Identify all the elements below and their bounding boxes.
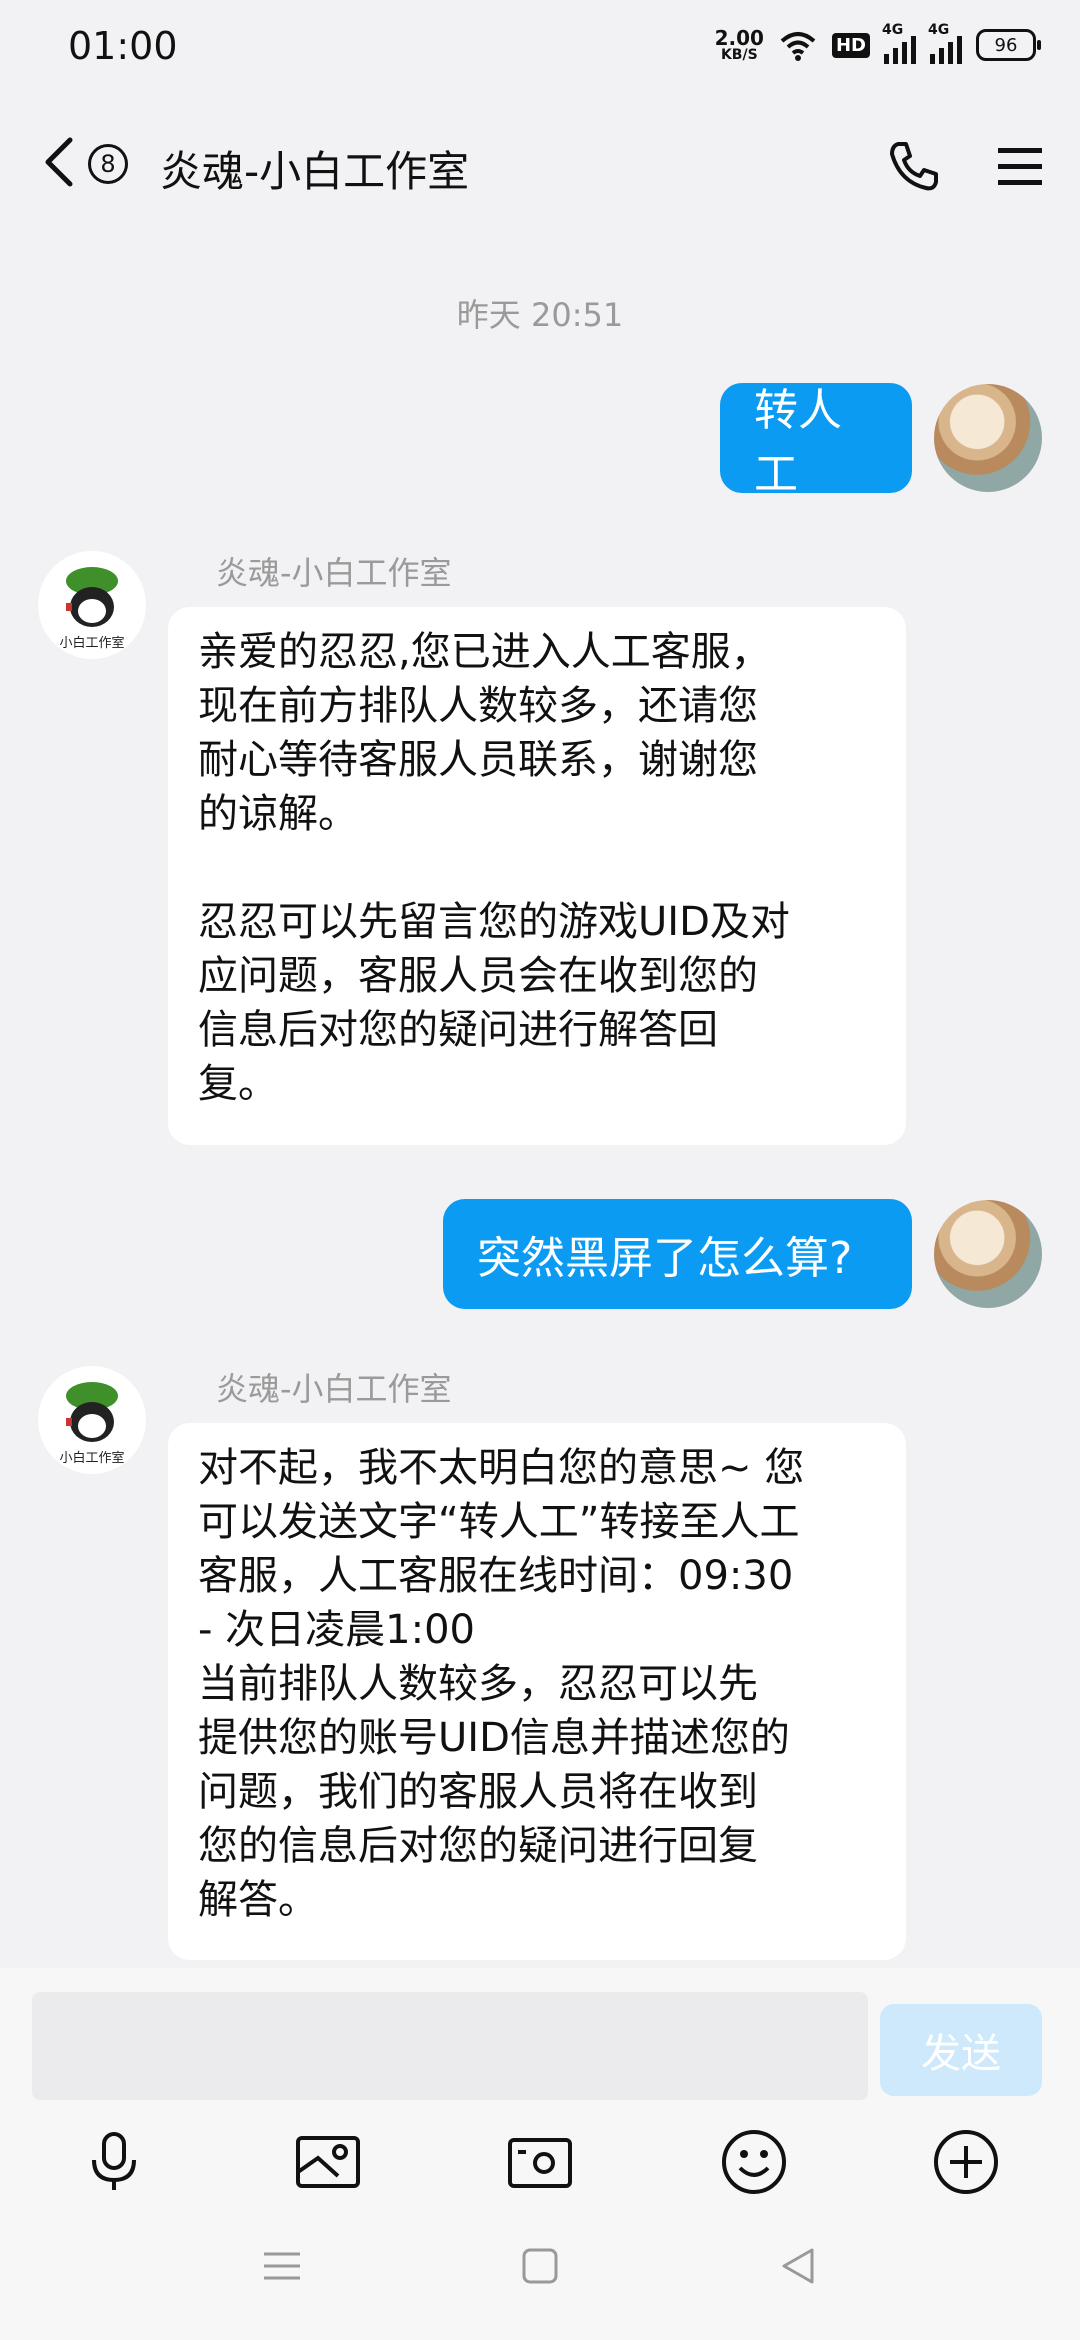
studio-logo-icon: 小白工作室 xyxy=(59,1382,125,1466)
sim2-label: 4G xyxy=(928,22,950,38)
message-bubble-out[interactable]: 转人工 xyxy=(720,383,912,500)
camera-icon[interactable] xyxy=(504,2126,576,2198)
signal-icon: 4G xyxy=(882,22,916,64)
avatar[interactable]: 小白工作室 xyxy=(38,551,146,659)
battery-level: 96 xyxy=(994,34,1018,56)
message-bubble-in[interactable]: 对不起，我不太明白您的意思~ 您 可以发送文字“转人工”转接至人工 客服，人工客… xyxy=(168,1423,906,1960)
avatar[interactable] xyxy=(934,1200,1042,1308)
signal-icon-2: 4G xyxy=(928,22,962,64)
avatar-caption: 小白工作室 xyxy=(59,1450,124,1466)
sim1-label: 4G xyxy=(882,22,904,38)
home-nav-icon[interactable] xyxy=(510,2236,570,2296)
unread-count-badge[interactable]: 8 xyxy=(88,144,128,184)
image-icon[interactable] xyxy=(292,2126,364,2198)
microphone-icon[interactable] xyxy=(78,2126,150,2198)
status-time: 01:00 xyxy=(68,24,178,68)
status-bar: 01:00 2.00 KB/S HD 4G 4G 96 xyxy=(0,0,1080,96)
network-speed-value: 2.00 xyxy=(714,26,764,50)
avatar-caption: 小白工作室 xyxy=(59,635,124,651)
network-speed-unit: KB/S xyxy=(720,47,758,63)
menu-nav-icon[interactable] xyxy=(252,2236,312,2296)
phone-icon[interactable] xyxy=(886,138,942,194)
avatar[interactable]: 小白工作室 xyxy=(38,1366,146,1474)
add-icon[interactable] xyxy=(930,2126,1002,2198)
message-bubble-out[interactable]: 突然黑屏了怎么算? xyxy=(443,1199,912,1309)
sender-name: 炎魂-小白工作室 xyxy=(216,1370,452,1408)
input-area: 发送 xyxy=(0,1968,1080,2340)
page-title: 炎魂-小白工作室 xyxy=(160,147,470,196)
studio-logo-icon: 小白工作室 xyxy=(59,567,125,651)
menu-icon[interactable] xyxy=(996,146,1044,188)
chat-header: 8 炎魂-小白工作室 xyxy=(0,110,1080,220)
wifi-icon xyxy=(780,32,816,61)
back-arrow-icon[interactable] xyxy=(40,134,80,190)
message-input[interactable] xyxy=(32,1992,868,2100)
network-speed: 2.00 KB/S xyxy=(715,28,764,62)
sender-name: 炎魂-小白工作室 xyxy=(216,554,452,592)
battery-icon: 96 xyxy=(976,29,1041,61)
back-nav-icon[interactable] xyxy=(768,2236,828,2296)
message-bubble-in[interactable]: 亲爱的忍忍,您已进入人工客服， 现在前方排队人数较多，还请您 耐心等待客服人员联… xyxy=(168,607,906,1145)
message-timestamp: 昨天 20:51 xyxy=(456,296,624,334)
avatar[interactable] xyxy=(934,384,1042,492)
hd-badge: HD xyxy=(831,32,870,58)
send-button[interactable]: 发送 xyxy=(880,2004,1042,2096)
status-icons: 2.00 KB/S HD 4G 4G 96 xyxy=(715,22,1041,64)
emoji-icon[interactable] xyxy=(718,2126,790,2198)
